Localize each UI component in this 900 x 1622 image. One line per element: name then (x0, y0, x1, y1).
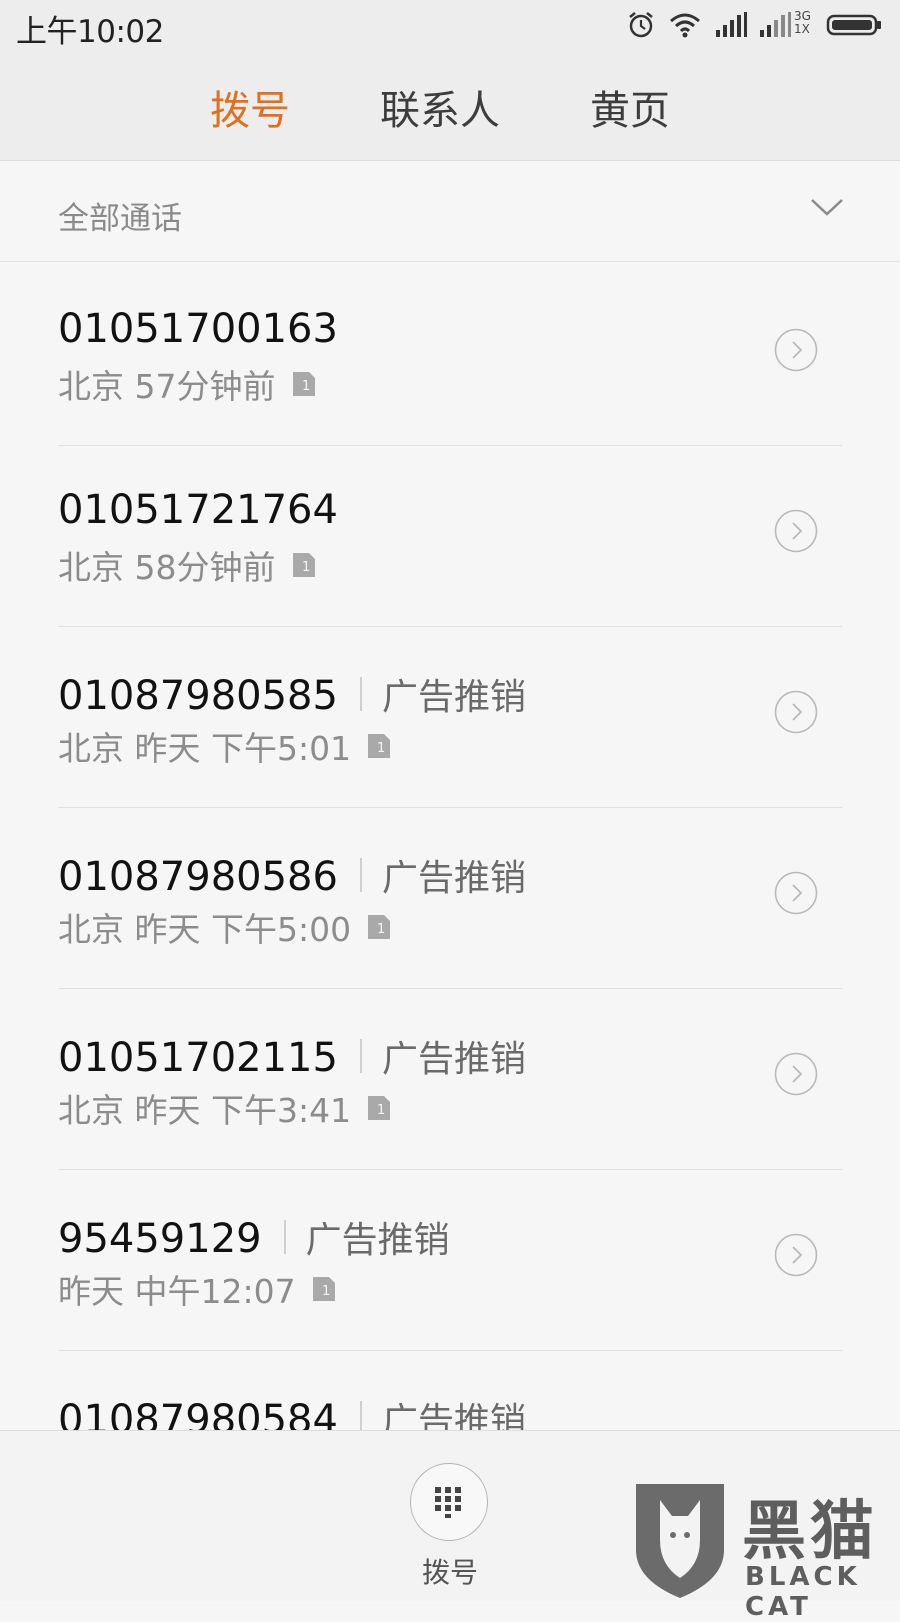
filter-label: 全部通话 (58, 201, 182, 237)
number-tag: 广告推销 (381, 677, 526, 718)
call-list: 01051700163 北京 57分钟前 1 01051721764 北京 58分钟前 1… (0, 262, 900, 1430)
call-meta: 北京 58分钟前 1 (58, 541, 316, 589)
call-time: 昨天 下午5:01 (134, 729, 352, 768)
call-detail-button[interactable] (774, 328, 818, 372)
call-time: 昨天 中午12:07 (58, 1272, 296, 1311)
sim-number: 1 (322, 1284, 330, 1299)
chevron-right-icon (774, 690, 818, 734)
call-number-line: 01087980586 广告推销 (58, 849, 526, 901)
call-log-item[interactable]: 01087980584 广告推销 (0, 1348, 900, 1430)
call-log-item[interactable]: 01051700163 北京 57分钟前 1 (0, 262, 900, 446)
chevron-down-icon[interactable] (810, 197, 844, 217)
call-time: 58分钟前 (134, 548, 276, 587)
call-detail-button[interactable] (774, 690, 818, 734)
chevron-right-icon (774, 1052, 818, 1096)
call-number-line: 01087980584 广告推销 (58, 1392, 526, 1430)
sim-number: 1 (302, 379, 310, 394)
alarm-icon (629, 12, 653, 38)
call-log-item[interactable]: 01051702115 广告推销北京 昨天 下午3:41 1 (0, 986, 900, 1170)
tag-separator (283, 1220, 286, 1254)
sim-card-icon: 1 (367, 1090, 391, 1129)
call-detail-button[interactable] (774, 509, 818, 553)
call-filter[interactable]: 全部通话 (0, 161, 900, 262)
tag-separator (359, 1039, 362, 1073)
tab-dial[interactable]: 拨号 (210, 78, 290, 136)
wifi-icon (670, 13, 700, 38)
chevron-right-icon (774, 871, 818, 915)
sim-card-icon: 1 (367, 728, 391, 767)
signal-2-icon (760, 12, 791, 37)
number-tag: 广告推销 (381, 1039, 526, 1080)
call-number-line: 01051700163 (58, 306, 338, 352)
call-location: 北京 (58, 1091, 124, 1130)
call-location: 北京 (58, 910, 124, 949)
sim-card-icon: 1 (292, 547, 316, 586)
phone-number: 01051700163 (58, 306, 338, 352)
call-location: 北京 (58, 729, 124, 768)
sim-number: 1 (377, 922, 385, 937)
call-detail-button[interactable] (774, 1052, 818, 1096)
call-time: 57分钟前 (134, 367, 276, 406)
call-meta: 北京 57分钟前 1 (58, 360, 316, 408)
tab-bar: 拨号 联系人 黄页 (0, 52, 900, 161)
phone-number: 01087980586 (58, 854, 338, 900)
call-log-item[interactable]: 01051721764 北京 58分钟前 1 (0, 443, 900, 627)
chevron-right-icon (774, 509, 818, 553)
sim-number: 1 (302, 560, 310, 575)
call-log-item[interactable]: 95459129 广告推销 昨天 中午12:07 1 (0, 1167, 900, 1351)
tag-separator (359, 677, 362, 711)
status-bar: 上午10:02 3G 1X (0, 0, 900, 52)
chevron-right-icon (774, 1233, 818, 1277)
call-number-line: 95459129 广告推销 (58, 1211, 450, 1263)
tag-separator (359, 1401, 362, 1430)
cat-shield-icon (636, 1484, 724, 1598)
number-tag: 广告推销 (305, 1220, 450, 1261)
call-time: 昨天 下午3:41 (134, 1091, 352, 1130)
number-tag: 广告推销 (381, 858, 526, 899)
sim-card-icon: 1 (312, 1271, 336, 1310)
phone-number: 01087980585 (58, 673, 338, 719)
watermark-en: BLACK CAT (745, 1562, 861, 1622)
call-log-item[interactable]: 01087980586 广告推销北京 昨天 下午5:00 1 (0, 805, 900, 989)
sim-card-icon: 1 (292, 366, 316, 405)
status-time: 上午10:02 (16, 14, 164, 50)
call-meta: 北京 昨天 下午5:01 1 (58, 722, 391, 770)
call-location: 北京 (58, 367, 124, 406)
call-location: 北京 (58, 548, 124, 587)
call-meta: 昨天 中午12:07 1 (58, 1265, 336, 1313)
status-icons: 3G 1X (626, 10, 886, 40)
sim-number: 1 (377, 741, 385, 756)
call-number-line: 01087980585 广告推销 (58, 668, 526, 720)
call-meta: 北京 昨天 下午5:00 1 (58, 903, 391, 951)
chevron-right-icon (774, 328, 818, 372)
call-detail-button[interactable] (774, 871, 818, 915)
phone-number: 01051702115 (58, 1035, 338, 1081)
sim-card-icon: 1 (367, 909, 391, 948)
call-detail-button[interactable] (774, 1233, 818, 1277)
phone-number: 01087980584 (58, 1397, 338, 1430)
call-number-line: 01051721764 (58, 487, 338, 533)
tag-separator (359, 858, 362, 892)
call-meta: 北京 昨天 下午3:41 1 (58, 1084, 391, 1132)
watermark-logo: 黑猫 BLACK CAT (630, 1480, 900, 1622)
battery-icon (826, 14, 881, 36)
call-log-item[interactable]: 01087980585 广告推销北京 昨天 下午5:01 1 (0, 624, 900, 808)
watermark-cn: 黑猫 (742, 1495, 878, 1569)
dialpad-button[interactable] (410, 1463, 488, 1541)
call-number-line: 01051702115 广告推销 (58, 1030, 526, 1082)
sim-number: 1 (377, 1103, 385, 1118)
tab-contacts[interactable]: 联系人 (380, 78, 500, 136)
call-time: 昨天 下午5:00 (134, 910, 352, 949)
network-type: 3G 1X (794, 9, 811, 36)
signal-icon (716, 12, 747, 37)
tab-yellow-pages[interactable]: 黄页 (590, 78, 670, 136)
dialpad-icon (435, 1487, 461, 1518)
phone-number: 95459129 (58, 1216, 262, 1262)
number-tag: 广告推销 (381, 1401, 526, 1430)
phone-number: 01051721764 (58, 487, 338, 533)
